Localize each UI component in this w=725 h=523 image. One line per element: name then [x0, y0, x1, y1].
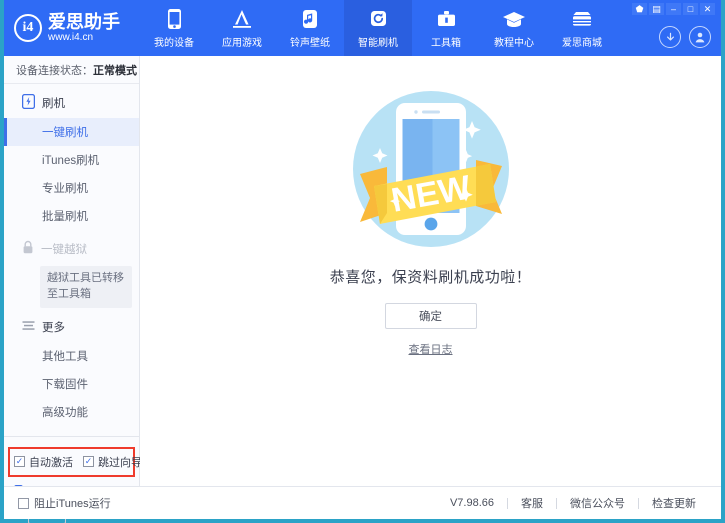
sidebar-item-advanced[interactable]: 高级功能: [4, 398, 139, 426]
app-window: i4 爱思助手 www.i4.cn 我的设备 应用游戏: [0, 0, 725, 523]
nav-tab-ringtones-wallpaper[interactable]: 铃声壁纸: [276, 0, 344, 56]
app-header: i4 爱思助手 www.i4.cn 我的设备 应用游戏: [4, 0, 721, 56]
pin-icon[interactable]: ⬟: [632, 3, 647, 15]
sidebar-item-label: 高级功能: [42, 404, 88, 420]
list-lines-icon: [22, 319, 35, 335]
download-icon[interactable]: [659, 26, 681, 48]
user-avatar-icon[interactable]: [689, 26, 711, 48]
app-logo[interactable]: i4 爱思助手 www.i4.cn: [4, 0, 140, 56]
skip-wizard-label: 跳过向导: [98, 454, 142, 470]
minimize-icon[interactable]: ‒: [666, 3, 681, 15]
phone-icon: [167, 8, 182, 30]
sidebar-group-label: 一键越狱: [41, 241, 87, 257]
close-icon[interactable]: ✕: [700, 3, 715, 15]
sidebar-item-pro-flash[interactable]: 专业刷机: [4, 174, 139, 202]
nav-tab-smart-flash[interactable]: 智能刷机: [344, 0, 412, 56]
nav-tab-store[interactable]: 爱思商城: [548, 0, 616, 56]
menu-list-icon[interactable]: ▤: [649, 3, 664, 15]
logo-text-block: 爱思助手 www.i4.cn: [48, 13, 120, 43]
sidebar-item-itunes-flash[interactable]: iTunes刷机: [4, 146, 139, 174]
connection-status: 设备连接状态：正常模式: [4, 56, 139, 84]
app-version: V7.98.66: [437, 497, 507, 509]
shop-icon: [570, 8, 594, 30]
view-log-link[interactable]: 查看日志: [409, 341, 453, 357]
wechat-official-link[interactable]: 微信公众号: [557, 495, 638, 511]
success-message: 恭喜您，保资料刷机成功啦！: [330, 266, 532, 287]
main-content: NEW 恭喜您，保资料刷机成功啦！ 确定 查看日志: [140, 56, 721, 486]
nav-tab-label: 教程中心: [494, 34, 534, 49]
refresh-icon: [369, 8, 388, 30]
sidebar-item-label: 批量刷机: [42, 208, 88, 224]
music-note-icon: [301, 8, 319, 30]
graduation-cap-icon: [502, 8, 526, 30]
sidebar-item-label: 下载固件: [42, 376, 88, 392]
nav-tab-label: 铃声壁纸: [290, 34, 330, 49]
connection-status-value: 正常模式: [93, 62, 137, 78]
new-badge-phone-illustration: NEW: [340, 78, 522, 260]
sidebar-item-label: 其他工具: [42, 348, 88, 364]
nav-tab-my-device[interactable]: 我的设备: [140, 0, 208, 56]
status-bar-links: V7.98.66 客服 微信公众号 检查更新: [437, 495, 709, 511]
skip-wizard-checkbox[interactable]: ✓ 跳过向导: [83, 454, 142, 470]
nav-tab-label: 智能刷机: [358, 34, 398, 49]
sidebar-group-flash: 刷机: [4, 88, 139, 118]
lock-icon: [22, 240, 34, 258]
checkbox-check-icon: ✓: [83, 456, 94, 467]
block-itunes-label: 阻止iTunes运行: [34, 495, 111, 511]
nav-tab-label: 爱思商城: [562, 34, 602, 49]
sidebar-group-label: 更多: [42, 319, 65, 335]
toolbox-icon: [436, 8, 457, 30]
auto-activate-checkbox[interactable]: ✓ 自动激活: [14, 454, 73, 470]
maximize-icon[interactable]: □: [683, 3, 698, 15]
appstore-icon: [230, 8, 254, 30]
nav-tab-apps-games[interactable]: 应用游戏: [208, 0, 276, 56]
sidebar-group-jailbreak: 一键越狱: [4, 234, 139, 264]
nav-tab-label: 工具箱: [431, 34, 461, 49]
logo-title: 爱思助手: [48, 13, 120, 31]
sidebar-item-batch-flash[interactable]: 批量刷机: [4, 202, 139, 230]
window-controls: ⬟ ▤ ‒ □ ✕: [632, 3, 715, 15]
checkbox-box-icon: [18, 498, 29, 509]
sidebar-item-one-key-flash[interactable]: 一键刷机: [4, 118, 139, 146]
status-bar: 阻止iTunes运行 V7.98.66 客服 微信公众号 检查更新: [4, 486, 721, 519]
jailbreak-tooltip: 越狱工具已转移至工具箱: [40, 266, 132, 308]
sidebar-item-label: iTunes刷机: [42, 152, 99, 168]
check-update-link[interactable]: 检查更新: [639, 495, 709, 511]
header-action-icons: [659, 26, 711, 48]
block-itunes-checkbox[interactable]: 阻止iTunes运行: [18, 495, 111, 511]
nav-tab-label: 我的设备: [154, 34, 194, 49]
connection-status-label: 设备连接状态：: [16, 62, 93, 78]
flash-phone-icon: [22, 94, 35, 112]
logo-url: www.i4.cn: [48, 33, 120, 43]
nav-tab-tutorials[interactable]: 教程中心: [480, 0, 548, 56]
nav-tab-label: 应用游戏: [222, 34, 262, 49]
i4-logo-icon: i4: [14, 14, 42, 42]
sidebar-options-group: ✓ 自动激活 ✓ 跳过向导: [8, 447, 135, 477]
confirm-button[interactable]: 确定: [385, 303, 477, 329]
sidebar-group-more: 更多: [4, 312, 139, 342]
sidebar-item-label: 专业刷机: [42, 180, 88, 196]
checkbox-check-icon: ✓: [14, 456, 25, 467]
customer-service-link[interactable]: 客服: [508, 495, 556, 511]
sidebar-divider: [4, 436, 139, 437]
sidebar-item-label: 一键刷机: [42, 124, 88, 140]
sidebar: 设备连接状态：正常模式 刷机 一键刷机 iTunes刷机 专业刷机 批量刷机 一…: [4, 56, 140, 486]
auto-activate-label: 自动激活: [29, 454, 73, 470]
sidebar-item-other-tools[interactable]: 其他工具: [4, 342, 139, 370]
sidebar-group-label: 刷机: [42, 95, 65, 111]
nav-tab-toolbox[interactable]: 工具箱: [412, 0, 480, 56]
sidebar-item-download-firmware[interactable]: 下载固件: [4, 370, 139, 398]
